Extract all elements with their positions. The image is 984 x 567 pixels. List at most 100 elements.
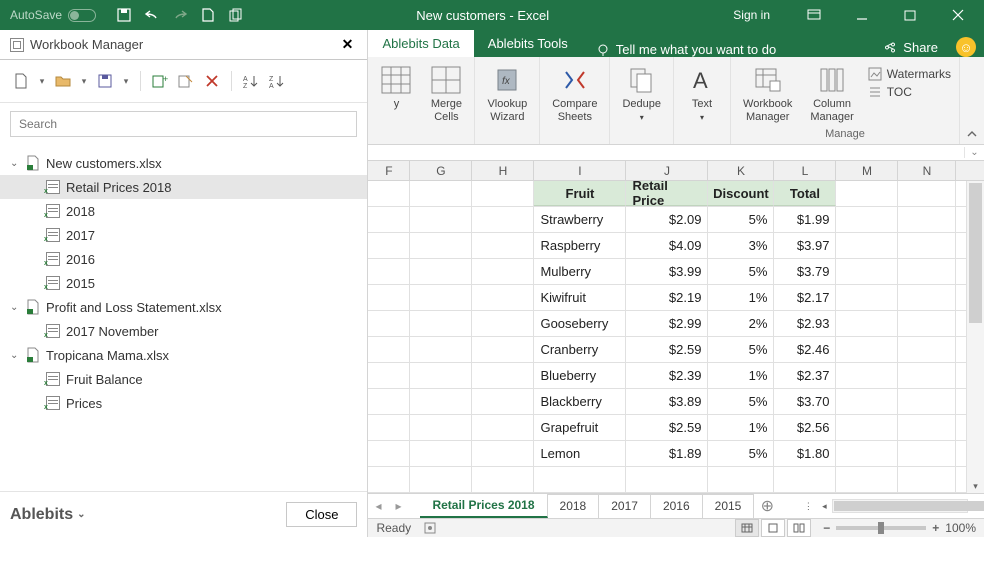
cell[interactable]: $1.89 xyxy=(626,441,708,466)
cell[interactable] xyxy=(708,467,774,492)
cell[interactable] xyxy=(836,181,898,206)
save-icon[interactable] xyxy=(112,3,136,27)
cell[interactable] xyxy=(368,285,410,310)
new-file-icon[interactable] xyxy=(196,3,220,27)
sort-desc-icon[interactable]: ZA xyxy=(266,70,288,92)
sheet-tab[interactable]: Retail Prices 2018 xyxy=(420,493,547,518)
open-folder-icon[interactable] xyxy=(52,70,74,92)
close-button[interactable]: Close xyxy=(286,502,357,527)
column-header[interactable]: F xyxy=(368,161,410,180)
cell[interactable]: Raspberry xyxy=(534,233,626,258)
cell[interactable]: Gooseberry xyxy=(534,311,626,336)
sign-in-link[interactable]: Sign in xyxy=(717,8,786,22)
save-panel-icon[interactable] xyxy=(94,70,116,92)
cell[interactable]: Discount xyxy=(708,181,774,206)
zoom-out-button[interactable]: − xyxy=(823,521,830,535)
cell[interactable] xyxy=(410,441,472,466)
panel-close-icon[interactable]: ✕ xyxy=(337,35,357,55)
column-header[interactable]: L xyxy=(774,161,836,180)
column-header[interactable]: M xyxy=(836,161,898,180)
cell[interactable]: Lemon xyxy=(534,441,626,466)
cell[interactable] xyxy=(368,337,410,362)
cell[interactable] xyxy=(368,363,410,388)
collapse-ribbon-icon[interactable] xyxy=(960,124,984,144)
dedupe-button[interactable]: Dedupe▾ xyxy=(618,63,665,126)
cell[interactable] xyxy=(368,181,410,206)
cell[interactable] xyxy=(410,467,472,492)
sheet-nav-next-icon[interactable]: ▸ xyxy=(388,499,408,513)
cell[interactable]: 5% xyxy=(708,259,774,284)
cell[interactable]: $2.09 xyxy=(626,207,708,232)
cell[interactable]: Fruit xyxy=(534,181,626,206)
cell[interactable] xyxy=(898,181,956,206)
cell[interactable]: Kiwifruit xyxy=(534,285,626,310)
tell-me-search[interactable]: Tell me what you want to do xyxy=(582,42,790,57)
tab-ablebits-tools[interactable]: Ablebits Tools xyxy=(474,30,582,57)
cell[interactable] xyxy=(898,441,956,466)
cell[interactable] xyxy=(410,389,472,414)
ablebits-brand[interactable]: Ablebits ⌄ xyxy=(10,506,86,524)
chevron-down-icon[interactable]: ⌄ xyxy=(10,302,22,313)
merge-cells-button[interactable]: Merge Cells xyxy=(426,63,466,126)
cell[interactable] xyxy=(898,389,956,414)
tree-sheet-item[interactable]: x2018 xyxy=(0,199,367,223)
column-header[interactable]: K xyxy=(708,161,774,180)
cell[interactable]: 1% xyxy=(708,363,774,388)
search-input[interactable] xyxy=(10,111,357,137)
undo-icon[interactable] xyxy=(140,3,164,27)
sheet-tab[interactable]: 2017 xyxy=(599,494,651,518)
cell[interactable]: Strawberry xyxy=(534,207,626,232)
cell[interactable] xyxy=(898,285,956,310)
macro-recording-icon[interactable] xyxy=(423,521,437,535)
compare-sheets-button[interactable]: Compare Sheets xyxy=(548,63,601,126)
cell[interactable] xyxy=(898,337,956,362)
autosave-toggle[interactable]: AutoSave xyxy=(0,8,106,22)
cell[interactable] xyxy=(898,233,956,258)
cell[interactable]: $4.09 xyxy=(626,233,708,258)
cell[interactable] xyxy=(534,467,626,492)
column-header[interactable]: G xyxy=(410,161,472,180)
cell[interactable] xyxy=(410,259,472,284)
cell[interactable]: $2.19 xyxy=(626,285,708,310)
tree-sheet-item[interactable]: xPrices xyxy=(0,391,367,415)
close-window-icon[interactable] xyxy=(938,0,978,30)
rename-sheet-icon[interactable] xyxy=(175,70,197,92)
cell[interactable] xyxy=(836,363,898,388)
new-doc-dropdown-icon[interactable]: ▾ xyxy=(36,70,48,92)
cell[interactable] xyxy=(472,207,534,232)
cell[interactable]: $1.80 xyxy=(774,441,836,466)
save-panel-dropdown-icon[interactable]: ▾ xyxy=(120,70,132,92)
cell[interactable] xyxy=(472,233,534,258)
expand-formula-bar-icon[interactable]: ⌄ xyxy=(964,147,984,158)
cell[interactable] xyxy=(410,233,472,258)
cell[interactable]: $2.59 xyxy=(626,337,708,362)
cell[interactable] xyxy=(368,207,410,232)
cell[interactable]: $1.99 xyxy=(774,207,836,232)
cell[interactable] xyxy=(472,337,534,362)
cell[interactable] xyxy=(472,467,534,492)
sort-asc-icon[interactable]: AZ xyxy=(240,70,262,92)
cell[interactable]: $2.37 xyxy=(774,363,836,388)
view-page-layout-icon[interactable] xyxy=(761,519,785,537)
workbook-manager-button[interactable]: Workbook Manager xyxy=(739,63,796,126)
cells-area[interactable]: FruitRetail PriceDiscountTotalStrawberry… xyxy=(368,181,966,493)
cell[interactable] xyxy=(836,311,898,336)
scroll-down-icon[interactable]: ▾ xyxy=(967,479,984,493)
tree-workbook-item[interactable]: ⌄New customers.xlsx xyxy=(0,151,367,175)
cell[interactable] xyxy=(410,207,472,232)
add-sheet-icon[interactable]: + xyxy=(149,70,171,92)
cell[interactable] xyxy=(472,441,534,466)
cell[interactable] xyxy=(836,285,898,310)
column-header[interactable]: H xyxy=(472,161,534,180)
cell[interactable]: $2.59 xyxy=(626,415,708,440)
share-button[interactable]: Share xyxy=(873,40,948,55)
horizontal-scrollbar[interactable]: ⋮ ◂ ▸ xyxy=(800,499,984,513)
cell[interactable]: 3% xyxy=(708,233,774,258)
cell[interactable] xyxy=(836,415,898,440)
cell[interactable] xyxy=(836,441,898,466)
cell[interactable]: 5% xyxy=(708,441,774,466)
cell[interactable] xyxy=(472,259,534,284)
cell[interactable]: Retail Price xyxy=(626,181,708,206)
cell[interactable]: 5% xyxy=(708,337,774,362)
tree-workbook-item[interactable]: ⌄Profit and Loss Statement.xlsx xyxy=(0,295,367,319)
